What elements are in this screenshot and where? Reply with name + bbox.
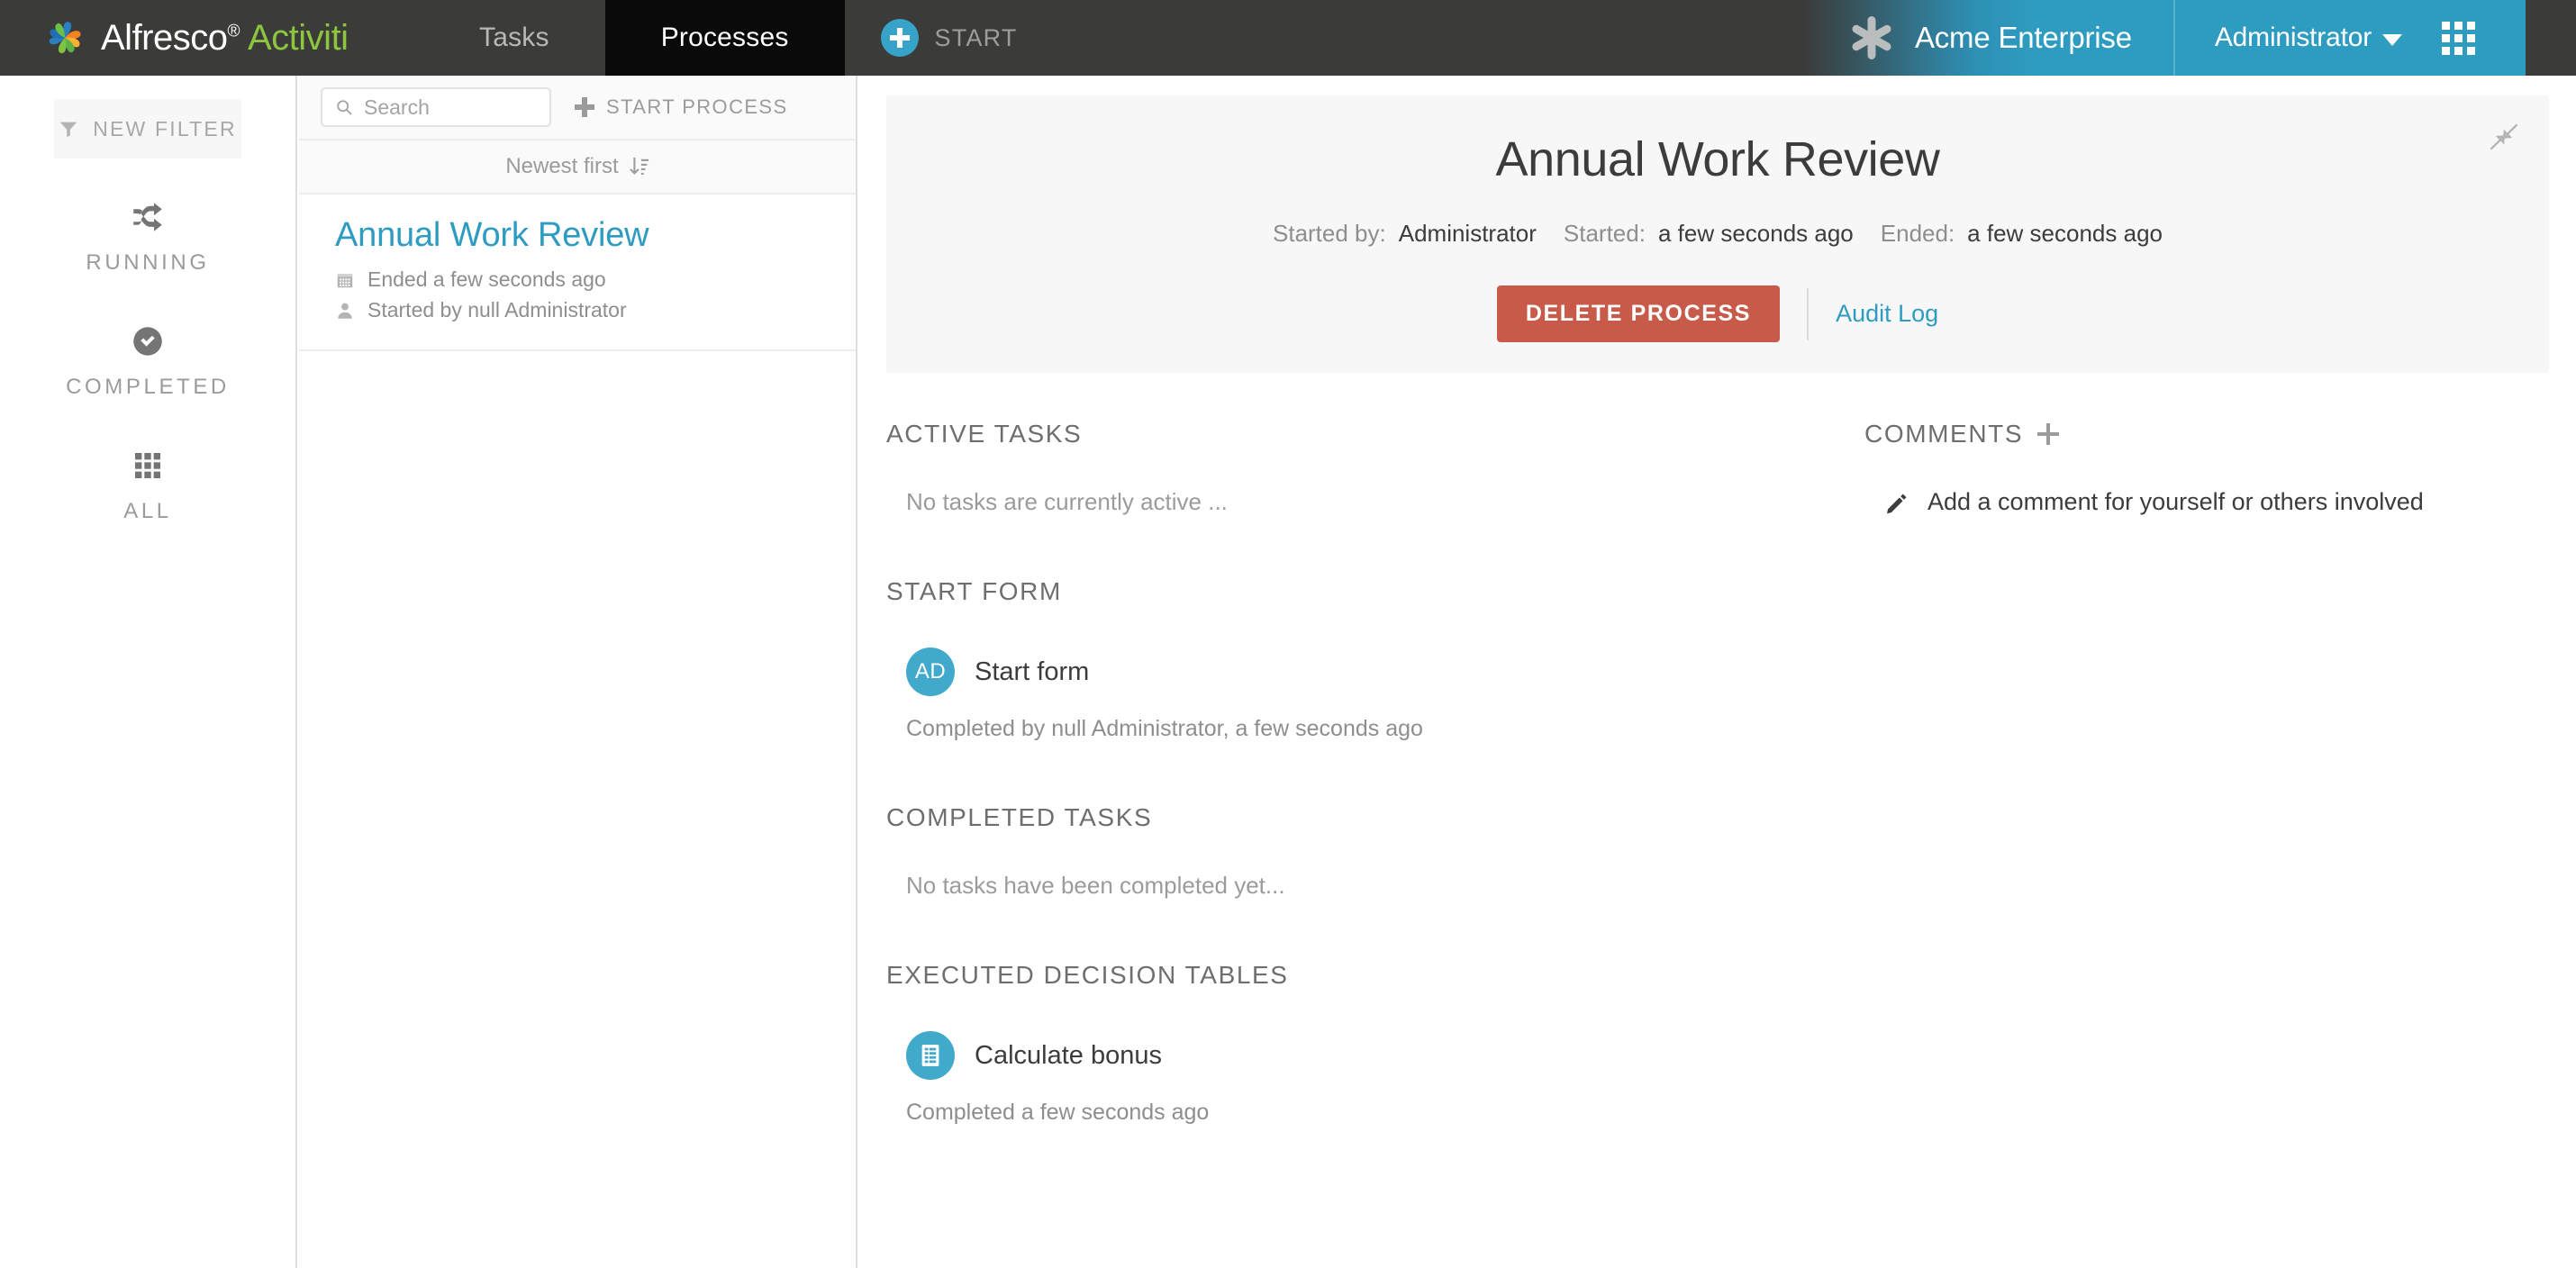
meta-ended-value: a few seconds ago — [1967, 220, 2163, 247]
page-title: Annual Work Review — [1495, 132, 1940, 186]
process-item-ended-text: Ended a few seconds ago — [367, 267, 606, 291]
completed-tasks-heading: COMPLETED TASKS — [886, 803, 1153, 831]
nav-tabs: Tasks Processes — [423, 0, 845, 87]
brand-primary: Alfresco — [101, 18, 228, 58]
sidebar-item-label: ALL — [123, 499, 172, 523]
alfresco-logo-icon — [49, 22, 81, 54]
meta-started-value: a few seconds ago — [1657, 220, 1854, 247]
tab-tasks[interactable]: Tasks — [423, 0, 605, 76]
detail-meta: Started by: Administrator Started: a few… — [886, 220, 2549, 248]
tenant-name: Acme Enterprise — [1914, 21, 2132, 54]
meta-startedby-value: Administrator — [1398, 220, 1537, 247]
process-detail: Annual Work Review Started by: Administr… — [859, 76, 2576, 1268]
detail-main-column: ACTIVE TASKS No tasks are currently acti… — [886, 420, 1841, 1126]
decision-table-sub: Completed a few seconds ago — [906, 1100, 1210, 1125]
brand-secondary: Activiti — [248, 18, 349, 58]
process-item-title: Annual Work Review — [335, 216, 649, 254]
start-form-row[interactable]: AD Start form — [886, 648, 1841, 696]
funnel-icon — [60, 122, 77, 138]
start-form-sub: Completed by null Administrator, a few s… — [906, 716, 1423, 741]
sort-desc-icon — [629, 157, 649, 176]
collapse-icon[interactable] — [2486, 119, 2522, 155]
start-process-label: START PROCESS — [606, 95, 788, 118]
meta-started-label: Started: — [1563, 220, 1646, 247]
decision-table-name: Calculate bonus — [975, 1040, 1162, 1070]
process-item-ended: Ended a few seconds ago — [335, 267, 820, 292]
search-icon — [337, 99, 352, 114]
brand-text: Alfresco® Activiti — [101, 20, 349, 56]
add-comment-text: Add a comment for yourself or others inv… — [1927, 488, 2424, 515]
add-comment-plus-icon[interactable] — [2037, 423, 2059, 445]
meta-startedby-label: Started by: — [1273, 220, 1386, 247]
completed-tasks-empty: No tasks have been completed yet... — [906, 872, 1285, 899]
tenant-block: Acme Enterprise — [1782, 0, 2173, 76]
asterisk-icon — [1852, 16, 1891, 59]
check-circle-icon — [133, 327, 162, 356]
action-divider — [1807, 287, 1810, 340]
comments-heading-label: COMMENTS — [1864, 420, 2024, 448]
brand[interactable]: Alfresco® Activiti — [0, 0, 423, 76]
sort-label: Newest first — [505, 154, 619, 178]
user-icon — [338, 303, 352, 319]
plus-circle-icon — [880, 19, 919, 57]
decision-table-icon-wrap — [906, 1031, 955, 1080]
user-menu[interactable]: Administrator — [2172, 0, 2526, 76]
topbar-right-edge — [2526, 0, 2576, 76]
process-list-panel: START PROCESS Newest first Annual Work R… — [299, 76, 857, 1268]
start-button-label: START — [934, 23, 1018, 51]
search-box[interactable] — [321, 87, 551, 127]
filter-list: RUNNING COMPLETED ALL — [0, 198, 295, 524]
detail-header-card: Annual Work Review Started by: Administr… — [886, 95, 2549, 373]
sidebar-item-label: COMPLETED — [66, 375, 230, 399]
apps-grid-icon[interactable] — [2442, 21, 2475, 55]
new-filter-label: NEW FILTER — [93, 116, 237, 140]
sort-control[interactable]: Newest first — [299, 140, 856, 195]
filter-rail: NEW FILTER RUNNING COMPLETED ALL — [0, 76, 297, 1268]
decision-table-icon — [921, 1045, 939, 1066]
grid-icon — [135, 453, 160, 478]
start-button[interactable]: START — [845, 0, 1054, 76]
list-toolbar: START PROCESS — [299, 76, 856, 140]
sidebar-item-running[interactable]: RUNNING — [0, 198, 295, 276]
process-item-startedby: Started by null Administrator — [335, 298, 820, 322]
search-input[interactable] — [364, 95, 537, 120]
add-comment-row[interactable]: Add a comment for yourself or others inv… — [1864, 488, 2549, 516]
user-menu-label: Administrator — [2215, 23, 2402, 53]
new-filter-button[interactable]: NEW FILTER — [54, 99, 241, 158]
process-item-startedby-text: Started by null Administrator — [367, 298, 627, 322]
comments-column: COMMENTS Add a comment for yourself or o… — [1841, 420, 2549, 1126]
user-name-text: Administrator — [2214, 23, 2372, 52]
process-list-item[interactable]: Annual Work Review Ended a few seconds a… — [299, 195, 856, 351]
app-root: Alfresco® Activiti Tasks Processes START … — [0, 0, 2576, 1268]
decision-table-row[interactable]: Calculate bonus — [886, 1031, 1841, 1080]
pencil-icon — [1887, 494, 1907, 513]
comments-heading: COMMENTS — [1864, 420, 2549, 448]
brand-registered: ® — [227, 22, 240, 41]
detail-body: ACTIVE TASKS No tasks are currently acti… — [859, 373, 2576, 1126]
audit-log-link[interactable]: Audit Log — [1836, 300, 1938, 328]
shuffle-icon — [133, 203, 162, 231]
decision-tables-heading: EXECUTED DECISION TABLES — [886, 961, 1289, 989]
active-tasks-heading: ACTIVE TASKS — [886, 420, 1083, 448]
tab-processes[interactable]: Processes — [604, 0, 845, 87]
active-tasks-empty: No tasks are currently active ... — [906, 488, 1228, 515]
avatar: AD — [906, 648, 955, 696]
start-form-heading: START FORM — [886, 577, 1062, 605]
delete-process-button[interactable]: DELETE PROCESS — [1496, 285, 1781, 342]
sidebar-item-completed[interactable]: COMPLETED — [0, 322, 295, 400]
meta-ended-label: Ended: — [1880, 220, 1955, 247]
calendar-icon — [337, 273, 353, 287]
start-process-button[interactable]: START PROCESS — [564, 95, 788, 119]
top-bar: Alfresco® Activiti Tasks Processes START … — [0, 0, 2576, 87]
start-form-name: Start form — [975, 657, 1090, 686]
plus-icon — [575, 97, 594, 117]
chevron-down-icon — [2382, 34, 2402, 46]
sidebar-item-all[interactable]: ALL — [0, 447, 295, 524]
detail-actions: DELETE PROCESS Audit Log — [886, 285, 2549, 342]
sidebar-item-label: RUNNING — [86, 250, 210, 275]
